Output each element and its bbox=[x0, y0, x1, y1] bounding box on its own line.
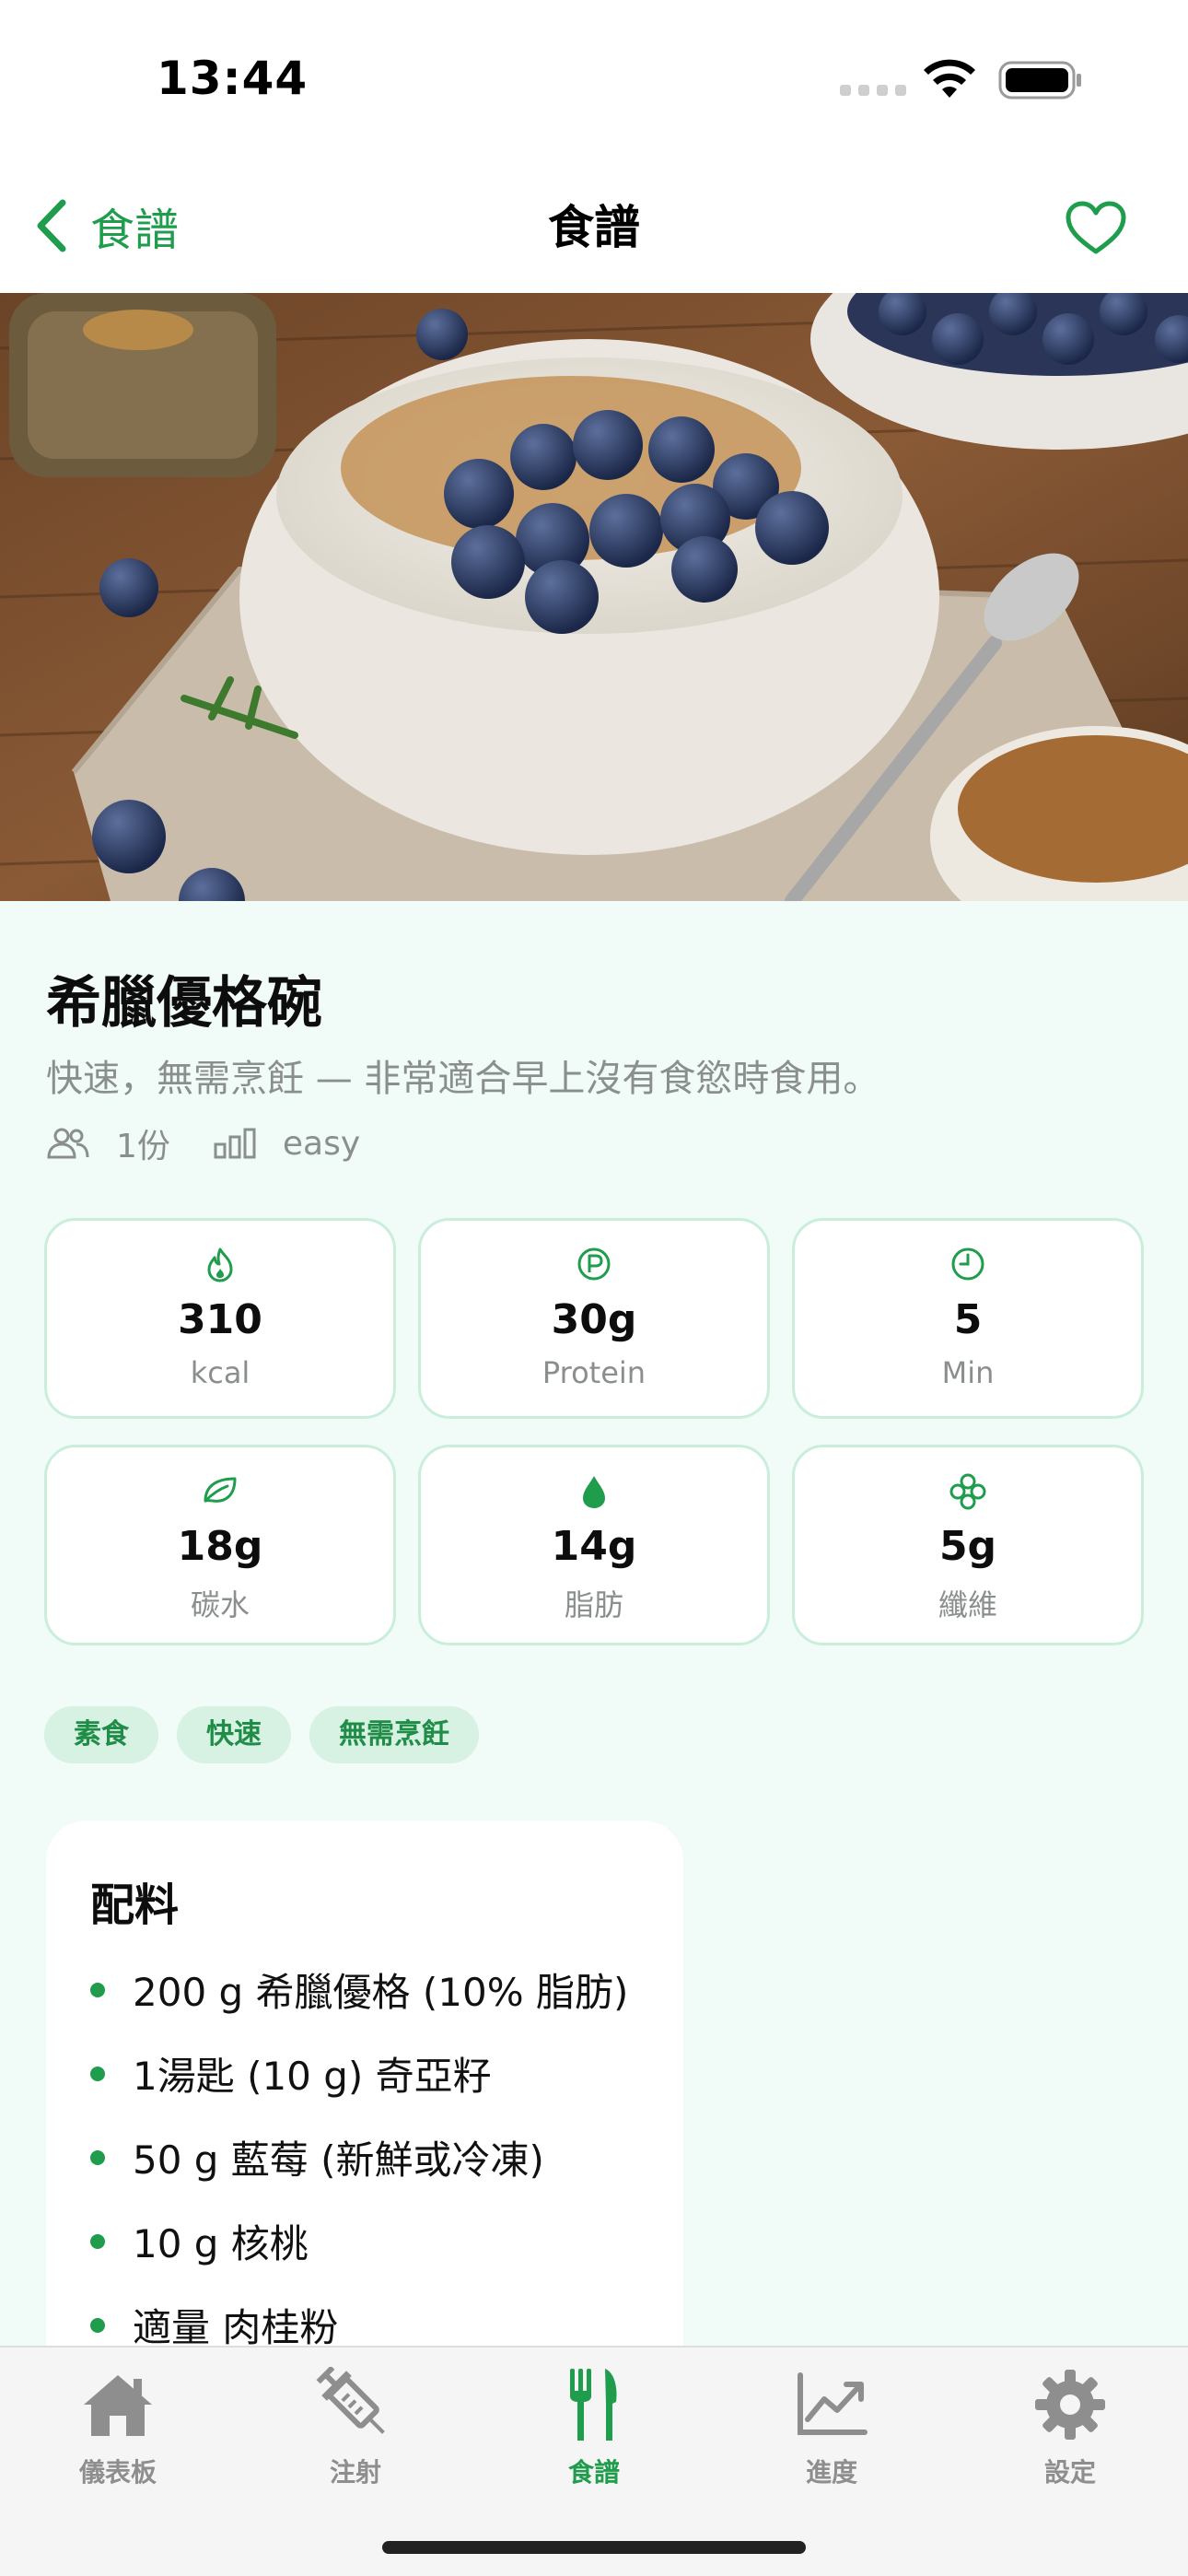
stat-label: 脂肪 bbox=[564, 1587, 623, 1622]
bullet-icon bbox=[90, 2149, 105, 2165]
cellular-signal-icon bbox=[840, 85, 906, 96]
ingredient-text: 適量 肉桂粉 bbox=[133, 2305, 339, 2350]
ingredient-text: 200 g 希臘優格 (10% 脂肪) bbox=[133, 1970, 629, 2015]
navigation-bar: 食譜 食譜 bbox=[0, 161, 1188, 293]
stat-value: 5 bbox=[953, 1296, 983, 1343]
ingredients-list: 200 g 希臘優格 (10% 脂肪) 1湯匙 (10 g) 奇亞籽 50 g … bbox=[90, 1948, 628, 2367]
tab-label: 設定 bbox=[1043, 2457, 1096, 2488]
stat-label: 碳水 bbox=[190, 1587, 250, 1622]
stat-label: 纖維 bbox=[938, 1587, 997, 1622]
stat-card-time: 5 Min bbox=[792, 1218, 1144, 1419]
tab-label: 儀表板 bbox=[78, 2457, 157, 2488]
difficulty-label: easy bbox=[282, 1124, 361, 1163]
leaf-icon bbox=[204, 1477, 237, 1503]
stat-label: Protein bbox=[542, 1355, 646, 1390]
tag-chip: 快速 bbox=[177, 1706, 291, 1763]
tab-label: 注射 bbox=[329, 2457, 381, 2488]
stat-value: 310 bbox=[178, 1296, 262, 1343]
stat-value: 14g bbox=[551, 1523, 637, 1570]
recipe-title: 希臘優格碗 bbox=[46, 971, 322, 1036]
servings-label: 1份 bbox=[116, 1128, 170, 1165]
tab-dashboard[interactable]: 儀表板 bbox=[17, 2360, 219, 2499]
stat-card-protein: 30g Protein bbox=[418, 1218, 770, 1419]
ingredient-text: 1湯匙 (10 g) 奇亞籽 bbox=[133, 2054, 492, 2099]
gear-icon bbox=[1035, 2370, 1105, 2440]
home-indicator[interactable] bbox=[382, 2541, 806, 2554]
heart-icon bbox=[1066, 201, 1126, 254]
stat-label: kcal bbox=[190, 1355, 250, 1390]
fiber-icon bbox=[949, 1473, 986, 1510]
bullet-icon bbox=[90, 1982, 105, 1997]
recipe-hero-image bbox=[0, 293, 1188, 901]
droplet-icon bbox=[583, 1476, 605, 1508]
people-icon bbox=[47, 1128, 89, 1159]
tab-injection[interactable]: 注射 bbox=[254, 2360, 457, 2499]
wifi-icon bbox=[924, 59, 975, 98]
stat-value: 18g bbox=[177, 1523, 263, 1570]
ingredient-text: 10 g 核桃 bbox=[133, 2221, 309, 2266]
tab-recipes[interactable]: 食譜 bbox=[493, 2360, 695, 2499]
tag-chip: 素食 bbox=[44, 1706, 158, 1763]
difficulty-bars-icon bbox=[214, 1128, 256, 1159]
tab-progress[interactable]: 進度 bbox=[730, 2360, 933, 2499]
bullet-icon bbox=[90, 2066, 105, 2081]
clock-icon bbox=[951, 1247, 984, 1281]
tab-label: 食譜 bbox=[567, 2457, 620, 2488]
chart-icon bbox=[798, 2372, 868, 2435]
tab-settings[interactable]: 設定 bbox=[969, 2360, 1171, 2499]
chevron-left-icon bbox=[37, 199, 66, 252]
house-icon bbox=[84, 2375, 152, 2436]
stat-card-fiber: 5g 纖維 bbox=[792, 1445, 1144, 1645]
stat-value: 30g bbox=[551, 1296, 637, 1343]
ingredient-text: 50 g 藍莓 (新鮮或冷凍) bbox=[133, 2137, 544, 2183]
protein-icon bbox=[577, 1247, 611, 1281]
back-button-label: 食譜 bbox=[90, 205, 180, 256]
stat-card-calories: 310 kcal bbox=[44, 1218, 396, 1419]
bullet-icon bbox=[90, 2317, 105, 2333]
battery-icon bbox=[998, 61, 1081, 100]
stat-card-carbs: 18g 碳水 bbox=[44, 1445, 396, 1645]
stat-card-fat: 14g 脂肪 bbox=[418, 1445, 770, 1645]
ingredient-item: 1湯匙 (10 g) 奇亞籽 bbox=[90, 2032, 628, 2115]
tag-chip: 無需烹飪 bbox=[309, 1706, 479, 1763]
ingredient-item: 10 g 核桃 bbox=[90, 2199, 628, 2283]
status-bar: 13:44 bbox=[0, 0, 1188, 161]
back-button[interactable]: 食譜 bbox=[33, 180, 179, 272]
recipe-meta: 1份 easy bbox=[46, 1119, 360, 1167]
stat-value: 5g bbox=[938, 1523, 997, 1570]
tab-label: 進度 bbox=[805, 2457, 857, 2488]
flame-icon bbox=[207, 1247, 233, 1282]
ingredient-item: 50 g 藍莓 (新鮮或冷凍) bbox=[90, 2115, 628, 2199]
recipe-description: 快速，無需烹飪 — 非常適合早上沒有食慾時食用。 bbox=[46, 1058, 880, 1100]
ingredients-title: 配料 bbox=[90, 1879, 180, 1931]
status-time: 13:44 bbox=[157, 52, 309, 105]
stat-label: Min bbox=[941, 1355, 995, 1390]
favorite-button[interactable] bbox=[1061, 181, 1131, 274]
fork-knife-icon bbox=[570, 2369, 617, 2441]
syringe-icon bbox=[316, 2367, 385, 2434]
ingredient-item: 200 g 希臘優格 (10% 脂肪) bbox=[90, 1948, 628, 2032]
bullet-icon bbox=[90, 2233, 105, 2249]
